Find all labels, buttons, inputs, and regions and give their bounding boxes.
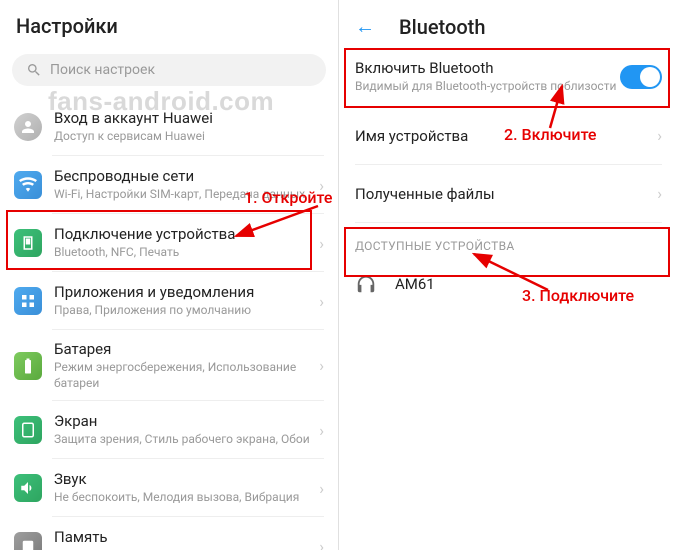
chevron-right-icon: › [319,234,324,253]
search-icon [26,62,42,78]
row-title: Батарея [54,340,319,358]
headphones-icon [355,273,377,295]
device-name-row[interactable]: Имя устройства › [339,107,678,165]
row-sub: Wi-Fi, Настройки SIM-карт, Передача данн… [54,187,319,203]
account-sub: Доступ к сервисам Huawei [54,129,324,145]
row-title: Имя устройства [355,127,657,145]
row-title: Звук [54,470,319,488]
settings-panel: Настройки Поиск настроек Вход в аккаунт … [0,0,339,550]
wifi-icon [14,171,42,199]
search-input[interactable]: Поиск настроек [12,54,326,86]
row-title: Включить Bluetooth [355,59,620,77]
apps-row[interactable]: Приложения и уведомления Права, Приложен… [0,272,338,330]
display-icon [14,416,42,444]
search-placeholder: Поиск настроек [50,62,155,78]
battery-icon [14,352,42,380]
bluetooth-header: ← Bluetooth [339,0,678,49]
display-row[interactable]: Экран Защита зрения, Стиль рабочего экра… [0,401,338,459]
chevron-right-icon: › [657,126,662,145]
apps-icon [14,287,42,315]
device-list-item[interactable]: AM61 [339,259,678,309]
device-connection-icon [14,229,42,257]
chevron-right-icon: › [319,356,324,375]
chevron-right-icon: › [319,537,324,550]
back-arrow-icon[interactable]: ← [355,14,375,39]
bluetooth-enable-row[interactable]: Включить Bluetooth Видимый для Bluetooth… [339,49,678,107]
row-title: Приложения и уведомления [54,283,319,301]
row-title: Полученные файлы [355,185,657,203]
chevron-right-icon: › [657,184,662,203]
connection-row[interactable]: Подключение устройства Bluetooth, NFC, П… [0,214,338,272]
avatar-icon [14,113,42,141]
account-row[interactable]: Вход в аккаунт Huawei Доступ к сервисам … [0,98,338,156]
row-title: Беспроводные сети [54,167,319,185]
battery-row[interactable]: Батарея Режим энергосбережения, Использо… [0,330,338,401]
chevron-right-icon: › [319,176,324,195]
row-sub: Не беспокоить, Мелодия вызова, Вибрация [54,490,319,506]
row-title: Память [54,528,319,546]
bluetooth-panel: ← Bluetooth Включить Bluetooth Видимый д… [339,0,678,550]
row-title: Экран [54,412,319,430]
row-sub: Bluetooth, NFC, Печать [54,245,319,261]
available-devices-label: ДОСТУПНЫЕ УСТРОЙСТВА [339,223,678,259]
row-sub: Права, Приложения по умолчанию [54,303,319,319]
wireless-row[interactable]: Беспроводные сети Wi-Fi, Настройки SIM-к… [0,156,338,214]
sound-icon [14,474,42,502]
bluetooth-toggle[interactable] [620,65,662,89]
account-title: Вход в аккаунт Huawei [54,109,324,127]
row-sub: Режим энергосбережения, Использование ба… [54,360,319,391]
storage-row[interactable]: Память Память, Очистка памяти › [0,517,338,550]
received-files-row[interactable]: Полученные файлы › [339,165,678,223]
chevron-right-icon: › [319,479,324,498]
page-title: Bluetooth [399,15,485,39]
sound-row[interactable]: Звук Не беспокоить, Мелодия вызова, Вибр… [0,459,338,517]
device-name: AM61 [395,275,435,293]
row-sub: Видимый для Bluetooth-устройств поблизос… [355,79,620,95]
row-sub: Защита зрения, Стиль рабочего экрана, Об… [54,432,319,448]
storage-icon [14,532,42,550]
chevron-right-icon: › [319,292,324,311]
row-title: Подключение устройства [54,225,319,243]
chevron-right-icon: › [319,421,324,440]
page-title: Настройки [0,0,338,48]
